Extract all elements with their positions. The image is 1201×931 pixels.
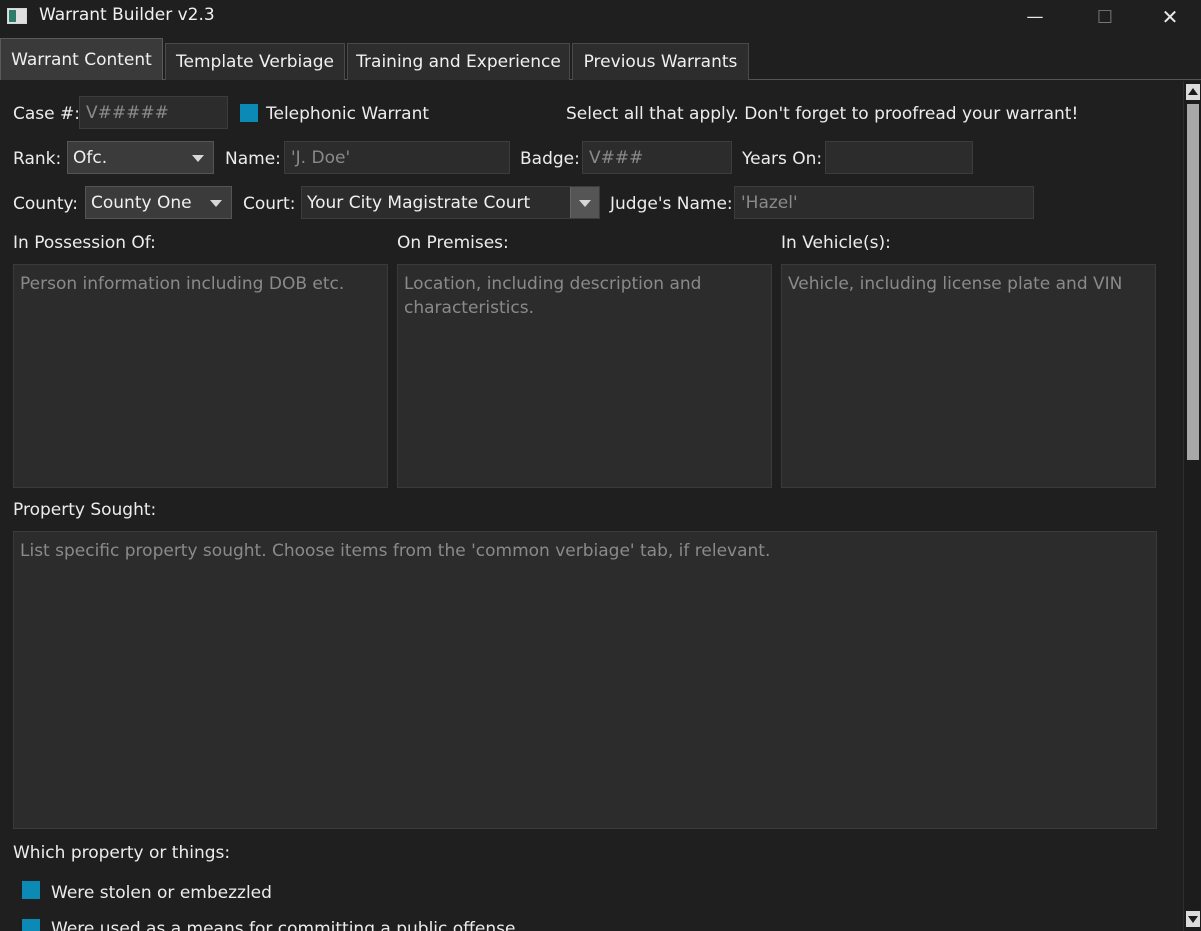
badge-label: Badge: xyxy=(520,149,580,169)
chevron-down-icon xyxy=(579,200,591,207)
possession-label: In Possession Of: xyxy=(13,233,156,253)
which-property-label: Which property or things: xyxy=(13,843,231,863)
instructions-text: Select all that apply. Don't forget to p… xyxy=(566,104,1079,124)
vehicle-label: In Vehicle(s): xyxy=(781,233,891,253)
county-select[interactable]: County One xyxy=(85,186,232,219)
premises-label: On Premises: xyxy=(397,233,509,253)
years-on-input[interactable] xyxy=(825,141,973,174)
chevron-down-icon xyxy=(192,155,204,162)
name-input[interactable]: 'J. Doe' xyxy=(284,141,510,174)
county-value: County One xyxy=(91,193,192,213)
minimize-button[interactable]: — xyxy=(1000,0,1070,34)
court-value: Your City Magistrate Court xyxy=(307,193,531,213)
tab-template-verbiage[interactable]: Template Verbiage xyxy=(165,43,345,80)
maximize-icon: ☐ xyxy=(1096,6,1114,28)
years-on-label: Years On: xyxy=(742,149,823,169)
badge-input[interactable]: V### xyxy=(582,141,732,174)
vehicle-textarea[interactable]: Vehicle, including license plate and VIN xyxy=(781,264,1156,488)
close-icon: ✕ xyxy=(1161,5,1179,29)
rank-value: Ofc. xyxy=(73,148,108,168)
scroll-thumb[interactable] xyxy=(1187,104,1199,460)
stolen-checkbox[interactable] xyxy=(22,881,40,899)
maximize-button[interactable]: ☐ xyxy=(1070,0,1140,34)
stolen-label: Were stolen or embezzled xyxy=(51,883,272,903)
tab-warrant-content[interactable]: Warrant Content xyxy=(0,38,163,80)
court-select[interactable]: Your City Magistrate Court xyxy=(301,186,600,219)
close-button[interactable]: ✕ xyxy=(1135,0,1201,34)
premises-textarea[interactable]: Location, including description and char… xyxy=(397,264,772,488)
property-sought-textarea[interactable]: List specific property sought. Choose it… xyxy=(13,531,1157,829)
tab-training-experience[interactable]: Training and Experience xyxy=(347,43,570,80)
rank-label: Rank: xyxy=(13,149,62,169)
property-sought-label: Property Sought: xyxy=(13,500,157,520)
warrant-content-panel: Case #: V##### Telephonic Warrant Select… xyxy=(0,81,1183,931)
scroll-up-icon[interactable] xyxy=(1186,84,1200,100)
case-number-input[interactable]: V##### xyxy=(79,96,228,129)
vertical-scrollbar[interactable] xyxy=(1183,81,1201,931)
judge-name-input[interactable]: 'Hazel' xyxy=(734,186,1034,219)
tab-previous-warrants[interactable]: Previous Warrants xyxy=(572,43,749,80)
title-bar: Warrant Builder v2.3 — ☐ ✕ xyxy=(0,0,1201,34)
court-dropdown-button[interactable] xyxy=(570,187,599,218)
rank-select[interactable]: Ofc. xyxy=(67,141,214,174)
county-label: County: xyxy=(13,194,79,214)
name-label: Name: xyxy=(225,149,281,169)
telephonic-checkbox[interactable] xyxy=(240,104,258,122)
means-offense-label: Were used as a means for committing a pu… xyxy=(51,919,516,931)
minimize-icon: — xyxy=(1026,7,1044,27)
judge-name-label: Judge's Name: xyxy=(610,194,733,214)
chevron-down-icon xyxy=(210,200,222,207)
case-label: Case #: xyxy=(13,104,80,124)
court-label: Court: xyxy=(243,194,296,214)
possession-textarea[interactable]: Person information including DOB etc. xyxy=(13,264,388,488)
app-icon xyxy=(7,8,27,24)
tab-bar: Warrant Content Template Verbiage Traini… xyxy=(0,38,1201,80)
means-offense-checkbox[interactable] xyxy=(22,919,40,931)
scroll-down-icon[interactable] xyxy=(1186,911,1200,927)
window-title: Warrant Builder v2.3 xyxy=(39,5,215,25)
telephonic-label: Telephonic Warrant xyxy=(266,104,430,124)
